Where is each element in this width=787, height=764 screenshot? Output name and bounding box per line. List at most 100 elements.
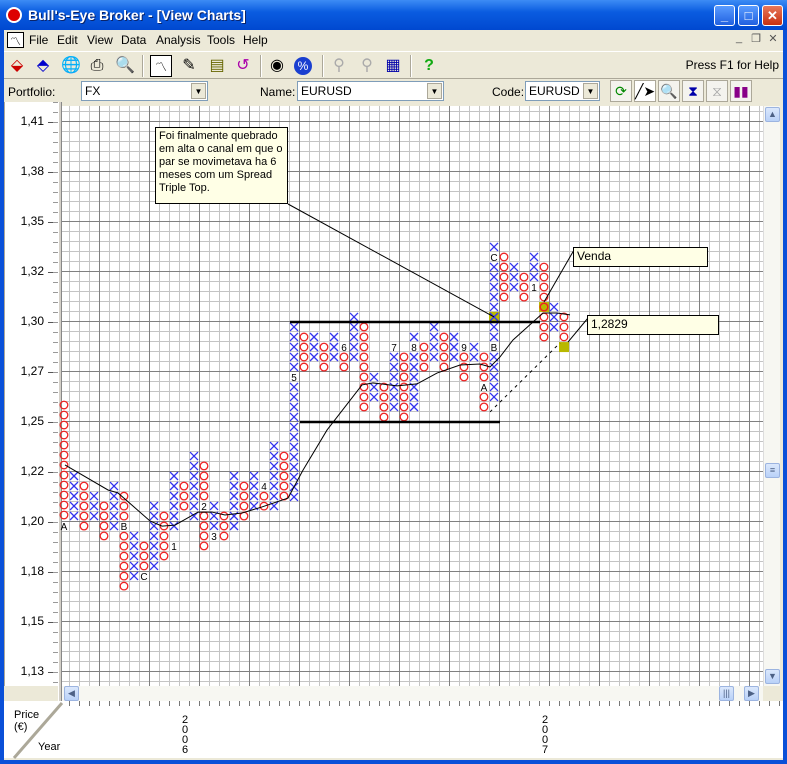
chevron-down-icon[interactable]: ▼ (583, 83, 598, 99)
name-select[interactable]: EURUSD ▼ (297, 81, 444, 101)
time-tick (99, 701, 100, 706)
annotation-note[interactable]: Foi finalmente quebrado em alta o canal … (155, 127, 288, 204)
pointer-tool-icon[interactable]: ✎ (178, 55, 200, 77)
title-bar: Bull's-Eye Broker - [View Charts] _ □ ✕ (0, 0, 787, 30)
sell-annotation[interactable]: Venda (573, 247, 708, 267)
scroll-down-button[interactable]: ▼ (765, 669, 780, 684)
scroll-up-button[interactable]: ▲ (765, 107, 780, 122)
time-tick (269, 701, 270, 706)
time-tick (589, 701, 590, 706)
time-tick (519, 701, 520, 706)
x-y-tool-icon[interactable]: ⧗ (682, 80, 704, 102)
maximize-button[interactable]: □ (738, 5, 759, 26)
time-tick (669, 701, 670, 706)
price-label: Price (14, 709, 40, 721)
time-tick (539, 701, 540, 706)
grid-icon[interactable]: ▦ (382, 55, 404, 77)
time-tick (319, 701, 320, 706)
time-tick (609, 701, 610, 706)
menu-help[interactable]: Help (243, 33, 268, 47)
price-tick-label: 1,22 (20, 464, 44, 478)
time-tick (509, 701, 510, 706)
menu-file[interactable]: File (29, 33, 48, 47)
menu-data[interactable]: Data (121, 33, 146, 47)
minimize-button[interactable]: _ (714, 5, 735, 26)
horizontal-scrollbar[interactable]: ◀ ||| ▶ (62, 686, 763, 701)
time-tick (419, 701, 420, 706)
code-select[interactable]: EURUSD ▼ (525, 81, 600, 101)
print-icon[interactable]: ⎙ (86, 55, 108, 77)
price-annotation[interactable]: 1,2829 (587, 315, 719, 335)
portfolio-select[interactable]: FX ▼ (81, 81, 208, 101)
time-tick (489, 701, 490, 706)
year-label-2006: 2006 (181, 714, 189, 756)
time-tick (119, 701, 120, 706)
time-tick (279, 701, 280, 706)
code-value: EURUSD (529, 84, 580, 98)
price-tick-label: 1,25 (20, 414, 44, 428)
time-tick (219, 701, 220, 706)
time-tick (429, 701, 430, 706)
scroll-thumb[interactable]: ||| (719, 686, 734, 701)
time-tick (399, 701, 400, 706)
time-tick (499, 701, 500, 706)
price-tick-label: 1,32 (20, 264, 44, 278)
time-tick (379, 701, 380, 706)
time-tick (689, 701, 690, 706)
filter-bar: Portfolio: FX ▼ Name: EURUSD ▼ Code: EURUS… (4, 80, 783, 102)
refresh-icon[interactable]: ⟳ (610, 80, 632, 102)
close-button[interactable]: ✕ (762, 5, 783, 26)
menu-tools[interactable]: Tools (207, 33, 235, 47)
time-tick (739, 701, 740, 706)
time-tick (209, 701, 210, 706)
mdi-close-button[interactable]: ✕ (765, 32, 781, 47)
mdi-minimize-button[interactable]: _ (731, 32, 747, 47)
time-tick (769, 701, 770, 706)
time-tick (559, 701, 560, 706)
time-tick (289, 701, 290, 706)
status-help-text: Press F1 for Help (685, 58, 779, 72)
percent-icon[interactable]: % (294, 57, 312, 75)
scroll-right-button[interactable]: ▶ (744, 686, 759, 701)
zoom-in-icon[interactable]: ⚲ (328, 55, 350, 77)
chart-icon[interactable]: 〽 (150, 55, 172, 77)
volume-bars-icon[interactable]: ▮▮ (730, 80, 752, 102)
time-tick (529, 701, 530, 706)
time-tick (199, 701, 200, 706)
vertical-scrollbar[interactable]: ▲ ≡ ▼ (763, 106, 780, 686)
menu-edit[interactable]: Edit (57, 33, 78, 47)
menu-view[interactable]: View (87, 33, 113, 47)
zoom-out-icon[interactable]: ⚲ (356, 55, 378, 77)
draw-line-cursor-icon[interactable]: ╱➤ (634, 80, 656, 102)
scroll-left-button[interactable]: ◀ (64, 686, 79, 701)
price-tick-label: 1,18 (20, 564, 44, 578)
x1-x2-tool-icon[interactable]: ⧖ (706, 80, 728, 102)
import-icon[interactable]: ⬙ (6, 55, 28, 77)
time-tick (459, 701, 460, 706)
menu-analysis[interactable]: Analysis (156, 33, 201, 47)
notes-icon[interactable]: ▤ (206, 55, 228, 77)
toolbar-separator (410, 55, 412, 77)
undo-icon[interactable]: ↺ (232, 55, 254, 77)
time-tick (89, 701, 90, 706)
chevron-down-icon[interactable]: ▼ (427, 83, 442, 99)
price-axis: 1,41 1,38 1,35 1,32 1,30 1,27 1,25 1,22 1,20 1,18… (4, 102, 58, 686)
export-icon[interactable]: ⬘ (32, 55, 54, 77)
time-tick (449, 701, 450, 706)
time-tick (249, 701, 250, 706)
time-tick (409, 701, 410, 706)
scroll-thumb[interactable]: ≡ (765, 463, 780, 478)
time-tick (259, 701, 260, 706)
print-preview-icon[interactable]: 🔍 (114, 55, 136, 77)
time-tick (79, 701, 80, 706)
time-tick (389, 701, 390, 706)
mdi-restore-button[interactable]: ❐ (748, 32, 764, 47)
time-tick (189, 701, 190, 706)
help-icon[interactable]: ? (418, 55, 440, 77)
internet-icon[interactable]: 🌐 (60, 55, 82, 77)
eye-icon[interactable]: ◉ (266, 55, 288, 77)
chart-doc-icon[interactable]: 〽 (7, 32, 24, 48)
chevron-down-icon[interactable]: ▼ (191, 83, 206, 99)
price-tick-label: 1,38 (20, 164, 44, 178)
magnifier-icon[interactable]: 🔍 (658, 80, 680, 102)
